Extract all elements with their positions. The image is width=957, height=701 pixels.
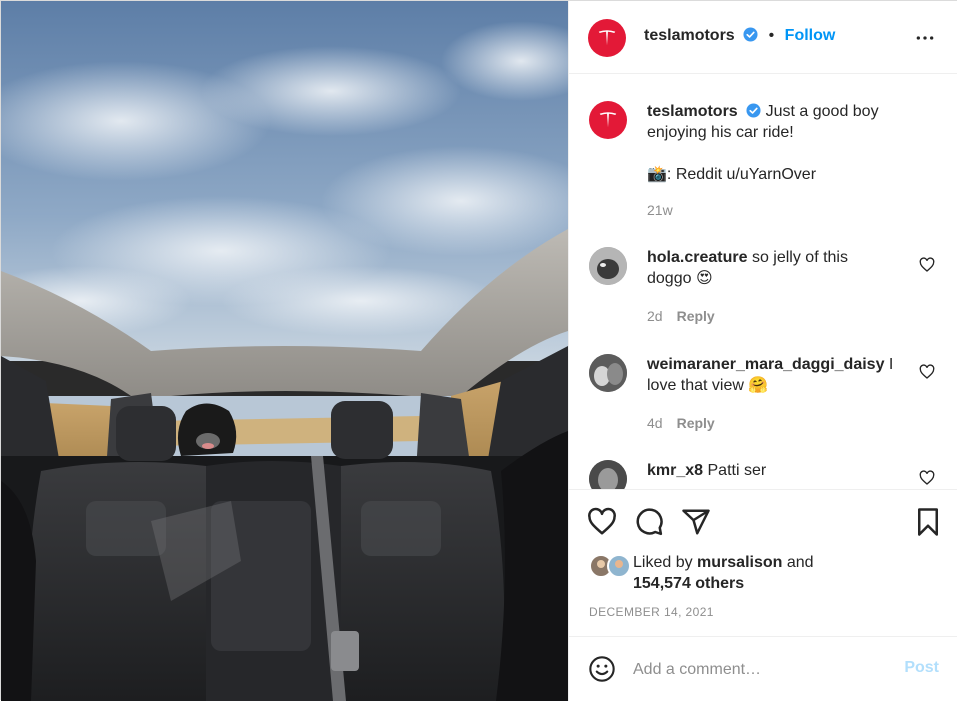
comment-item: weimaraner_mara_daggi_daisy I love that … <box>589 354 939 434</box>
comment-text: hola.creature so jelly of this doggo 😍 <box>647 247 907 289</box>
post-image[interactable] <box>1 1 568 701</box>
post-date[interactable]: DECEMBER 14, 2021 <box>589 605 714 619</box>
comments-list[interactable]: teslamotors Just a good boy enjoying his… <box>569 75 957 489</box>
liker-username[interactable]: mursalison <box>697 554 782 571</box>
comment-meta: 4d Reply <box>647 415 715 431</box>
like-comment-icon[interactable] <box>919 257 935 273</box>
like-comment-icon[interactable] <box>919 364 935 380</box>
post-comment-button[interactable]: Post <box>904 659 939 677</box>
comment-icon[interactable] <box>634 507 664 537</box>
likes-summary: Liked by mursalison and 154,574 others <box>633 552 814 594</box>
comment-text: weimaraner_mara_daggi_daisy I love that … <box>647 354 907 396</box>
comment-body: Patti ser <box>707 462 767 479</box>
add-comment-bar: Post <box>569 636 957 701</box>
verified-badge-icon <box>743 27 758 42</box>
reply-button[interactable]: Reply <box>677 415 715 431</box>
commenter-photo <box>589 247 627 285</box>
post-caption: teslamotors Just a good boy enjoying his… <box>589 101 939 221</box>
separator-dot: • <box>768 27 775 44</box>
likes-count[interactable]: 154,574 others <box>633 575 744 592</box>
avatar[interactable] <box>589 247 627 285</box>
comment-item: kmr_x8 Patti ser <box>589 460 939 489</box>
comment-meta: 2d Reply <box>647 308 715 324</box>
share-icon[interactable] <box>681 507 711 537</box>
verified-badge-icon <box>746 103 761 118</box>
liked-by-avatars <box>589 554 633 578</box>
liker-avatars <box>589 554 631 578</box>
avatar[interactable] <box>589 460 627 489</box>
comment-item: hola.creature so jelly of this doggo 😍 2… <box>589 247 939 327</box>
likes-conj: and <box>786 554 814 571</box>
avatar[interactable] <box>588 19 626 57</box>
header-user-line: teslamotors • Follow <box>644 27 835 45</box>
comment-body: so jelly of this <box>751 249 848 266</box>
caption-age: 21w <box>647 202 673 218</box>
caption-username[interactable]: teslamotors <box>647 103 738 120</box>
more-options-icon[interactable] <box>915 28 935 48</box>
avatar[interactable] <box>589 354 627 392</box>
comment-username[interactable]: weimaraner_mara_daggi_daisy <box>647 356 884 373</box>
comment-input[interactable] <box>633 658 883 682</box>
reply-button[interactable]: Reply <box>677 308 715 324</box>
post-sidebar: teslamotors • Follow teslamotors Just a … <box>568 1 957 701</box>
caption-line2: enjoying his car ride! <box>647 124 794 141</box>
tesla-logo-icon <box>598 30 616 46</box>
caption-line1: Just a good boy <box>765 103 879 120</box>
comment-username[interactable]: kmr_x8 <box>647 462 703 479</box>
comment-text: kmr_x8 Patti ser <box>647 460 907 481</box>
likes-prefix: Liked by <box>633 554 693 571</box>
post-photo <box>1 1 568 701</box>
caption-text: teslamotors Just a good boy enjoying his… <box>647 101 937 143</box>
caption-avatar[interactable] <box>589 101 627 139</box>
comment-body-cont: love that view 🤗 <box>647 377 769 394</box>
post-header: teslamotors • Follow <box>569 1 957 74</box>
commenter-photo <box>589 460 627 489</box>
comment-age: 2d <box>647 308 663 324</box>
follow-button[interactable]: Follow <box>785 27 836 44</box>
comment-body: I <box>888 356 894 373</box>
like-heart-icon[interactable] <box>587 507 617 537</box>
comment-username[interactable]: hola.creature <box>647 249 747 266</box>
post-actions: Liked by mursalison and 154,574 others D… <box>569 489 957 636</box>
emoji-icon[interactable] <box>588 655 616 683</box>
like-comment-icon[interactable] <box>919 470 935 486</box>
commenter-photo <box>589 354 627 392</box>
caption-credit: 📸: Reddit u/uYarnOver <box>647 166 817 183</box>
bookmark-icon[interactable] <box>913 507 943 537</box>
tesla-logo-icon <box>599 112 617 128</box>
post-modal: teslamotors • Follow teslamotors Just a … <box>0 0 957 701</box>
comment-age: 4d <box>647 415 663 431</box>
comment-body-cont: doggo 😍 <box>647 270 713 287</box>
username-link[interactable]: teslamotors <box>644 27 735 44</box>
